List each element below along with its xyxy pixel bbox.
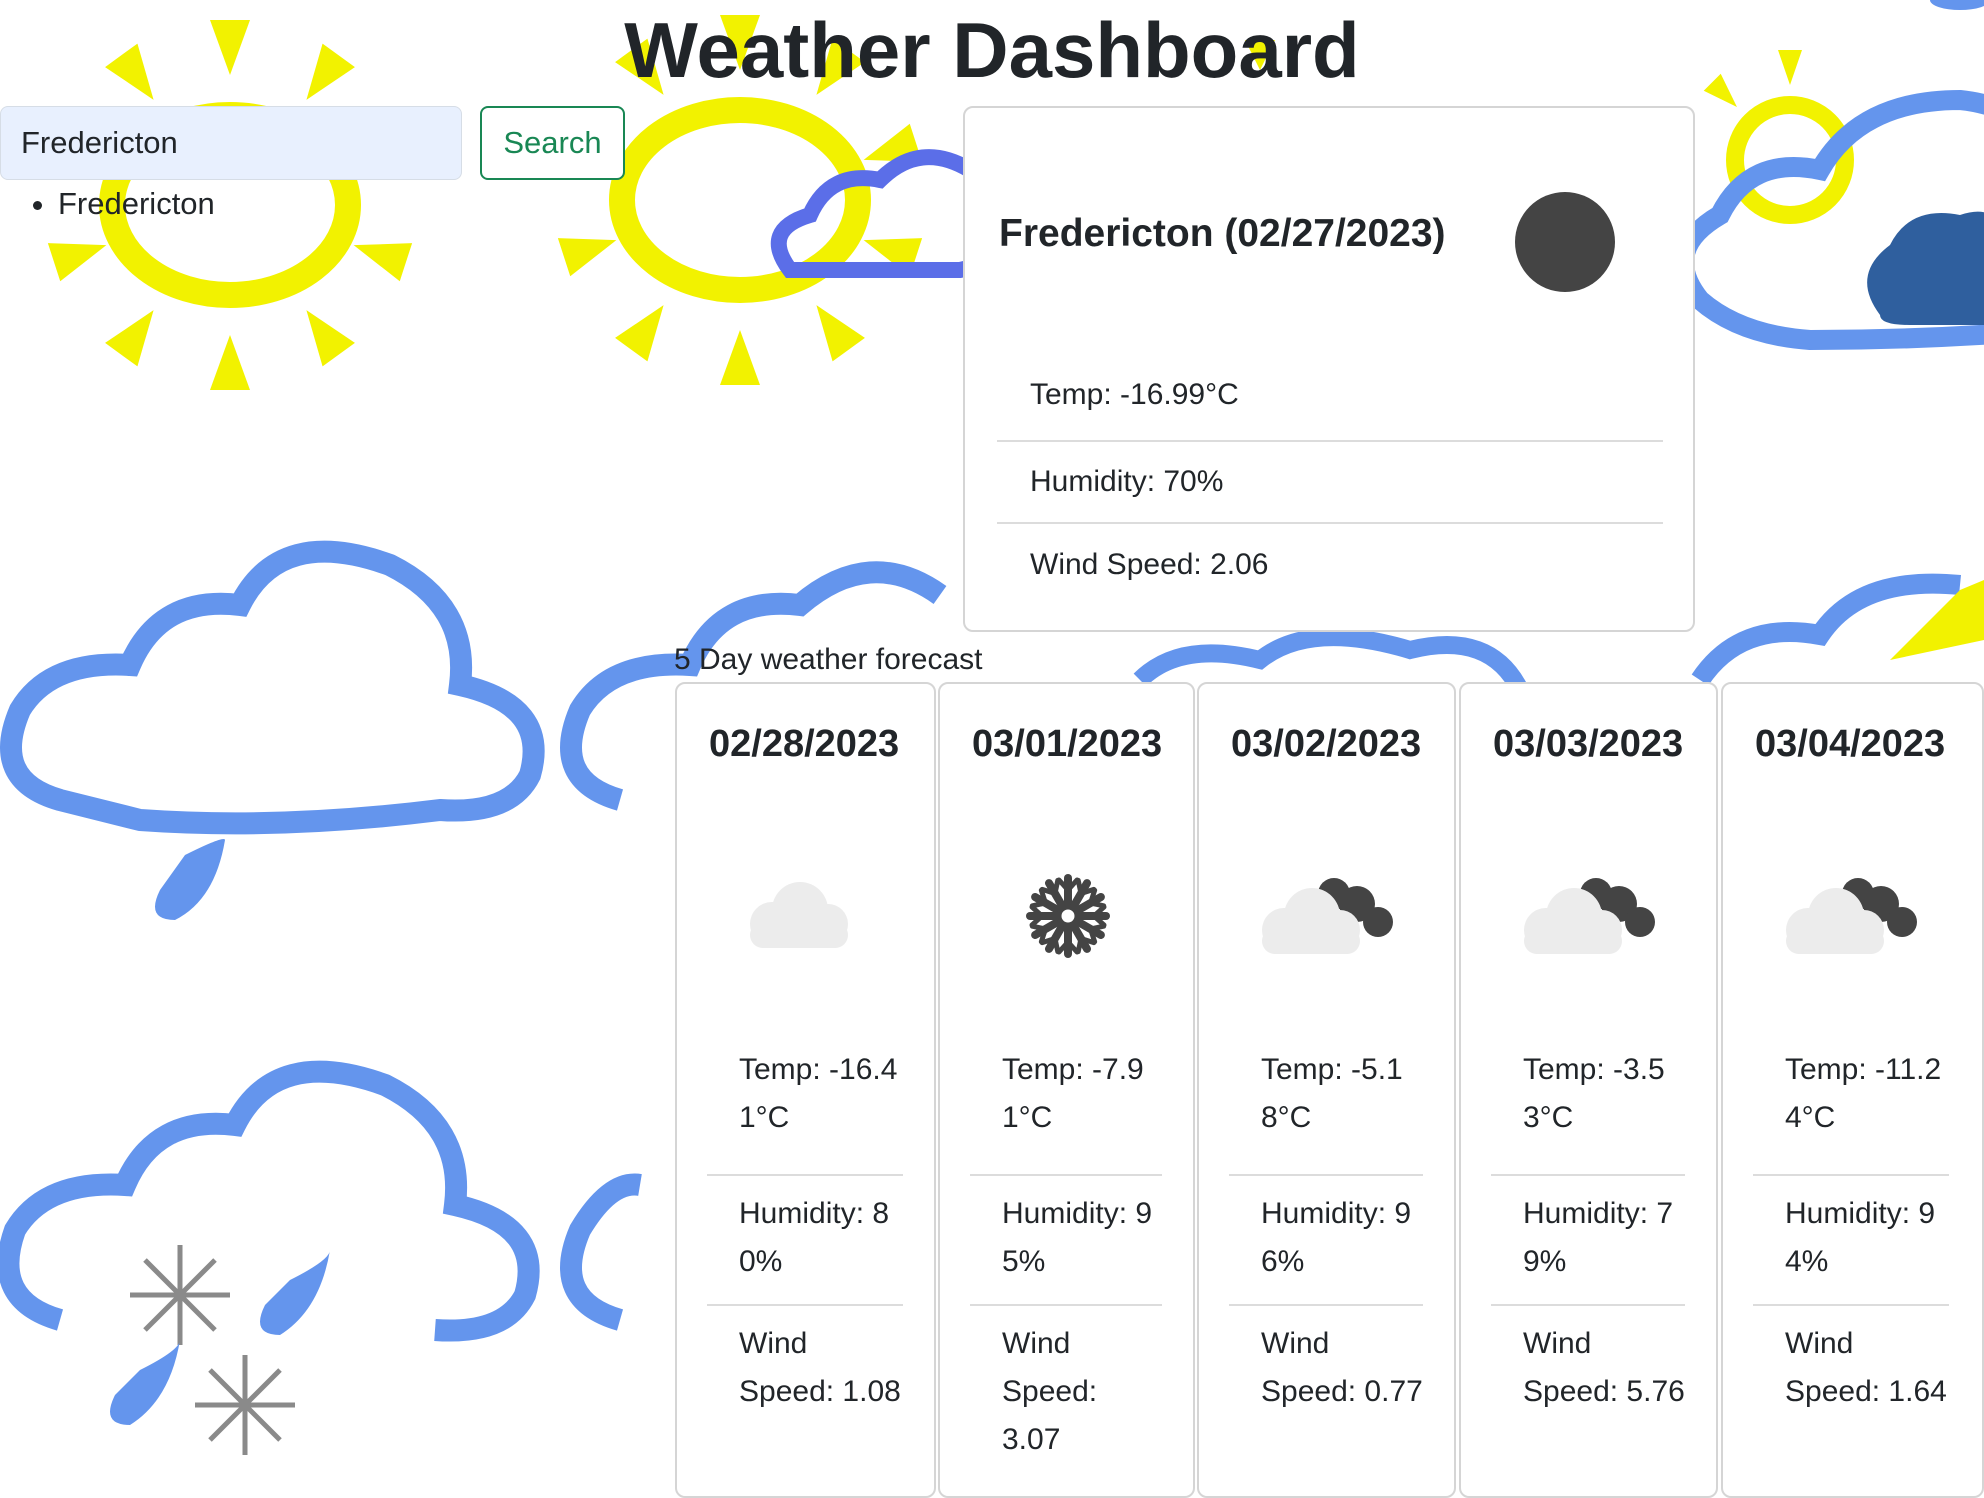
forecast-date: 03/02/2023: [1231, 723, 1422, 765]
rain-cloud-icon: [0, 540, 545, 920]
forecast-card: 03/04/2023 Temp: -11.24°C Humidity: 94% …: [1721, 682, 1984, 1498]
forecast-details: Temp: -7.91°C Humidity: 95% Wind Speed: …: [970, 1046, 1162, 1464]
page: Weather Dashboard Search Fredericton Fre…: [0, 0, 1984, 1498]
forecast-temp: Temp: -16.41°C: [707, 1046, 903, 1176]
forecast-card: 02/28/2023 Temp: -16.41°C Humidity: 80% …: [675, 682, 936, 1498]
cloud-icon: [750, 882, 848, 948]
dark-circle-icon: [1515, 192, 1615, 292]
sleet-cloud-icon: [0, 1060, 540, 1455]
forecast-row: 02/28/2023 Temp: -16.41°C Humidity: 80% …: [675, 682, 1984, 1498]
current-weather-card: Fredericton (02/27/2023) Temp: -16.99°C …: [963, 106, 1695, 632]
forecast-temp: Temp: -7.91°C: [970, 1046, 1162, 1176]
forecast-humidity: Humidity: 96%: [1229, 1176, 1423, 1306]
current-wind-speed: Wind Speed: 2.06: [1030, 548, 1269, 581]
forecast-humidity: Humidity: 79%: [1491, 1176, 1685, 1306]
forecast-details: Temp: -5.18°C Humidity: 96% Wind Speed: …: [1229, 1046, 1423, 1416]
snowflake-icon: [1026, 874, 1110, 958]
forecast-date: 03/04/2023: [1755, 723, 1946, 765]
forecast-humidity: Humidity: 80%: [707, 1176, 903, 1306]
forecast-wind-speed: Wind Speed: 1.64: [1785, 1327, 1947, 1408]
forecast-temp: Temp: -11.24°C: [1753, 1046, 1949, 1176]
search-history-list: Fredericton: [58, 186, 215, 222]
forecast-date: 03/01/2023: [972, 723, 1163, 765]
page-title: Weather Dashboard: [624, 6, 1360, 94]
current-weather-details: Temp: -16.99°C Humidity: 70% Wind Speed:…: [997, 378, 1663, 606]
forecast-date: 03/03/2023: [1493, 723, 1684, 765]
current-humidity: Humidity: 70%: [997, 442, 1663, 524]
broken-clouds-icon: [1786, 878, 1917, 954]
dark-cloud-icon: [1867, 211, 1984, 325]
search-input[interactable]: [0, 106, 462, 180]
forecast-card: 03/03/2023 Temp: -3.53°C Humidity: 79% W…: [1459, 682, 1718, 1498]
current-weather-heading: Fredericton (02/27/2023): [999, 212, 1446, 255]
forecast-card: 03/02/2023 Temp: -5.18°C Humidity: 96% W…: [1197, 682, 1456, 1498]
broken-clouds-icon: [1524, 878, 1655, 954]
forecast-wind-speed: Wind Speed: 5.76: [1523, 1327, 1685, 1408]
current-temp: Temp: -16.99°C: [997, 350, 1663, 442]
forecast-details: Temp: -16.41°C Humidity: 80% Wind Speed:…: [707, 1046, 903, 1416]
forecast-humidity: Humidity: 94%: [1753, 1176, 1949, 1306]
forecast-humidity: Humidity: 95%: [970, 1176, 1162, 1306]
broken-clouds-icon: [1262, 878, 1393, 954]
forecast-wind-speed: Wind Speed: 3.07: [1002, 1327, 1098, 1456]
forecast-wind-speed: Wind Speed: 1.08: [739, 1327, 901, 1408]
search-history-item[interactable]: Fredericton: [58, 186, 215, 222]
forecast-temp: Temp: -5.18°C: [1229, 1046, 1423, 1176]
forecast-temp: Temp: -3.53°C: [1491, 1046, 1685, 1176]
forecast-wind-speed: Wind Speed: 0.77: [1261, 1327, 1423, 1408]
search-button[interactable]: Search: [480, 106, 625, 180]
forecast-date: 02/28/2023: [709, 723, 900, 765]
forecast-heading: 5 Day weather forecast: [674, 643, 983, 676]
forecast-card: 03/01/2023 Temp: -7.91°C Humidity: 95% W…: [938, 682, 1195, 1498]
forecast-details: Temp: -3.53°C Humidity: 79% Wind Speed: …: [1491, 1046, 1685, 1416]
forecast-details: Temp: -11.24°C Humidity: 94% Wind Speed:…: [1753, 1046, 1949, 1416]
